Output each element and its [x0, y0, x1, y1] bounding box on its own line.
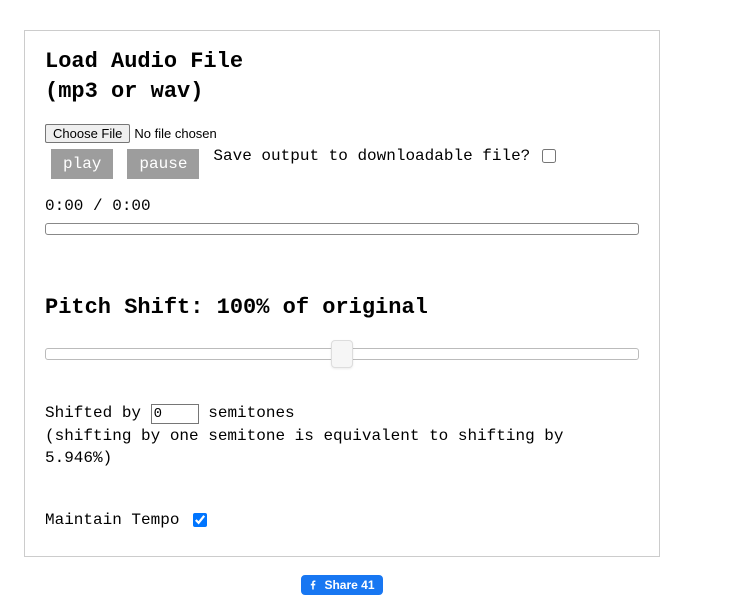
play-button[interactable]: play: [51, 149, 113, 179]
shifted-by-prefix: Shifted by: [45, 404, 141, 422]
playback-progress-bar[interactable]: [45, 223, 639, 235]
playback-controls-row: play pause Save output to downloadable f…: [51, 149, 639, 179]
file-input-row: Choose File No file chosen: [45, 124, 639, 143]
time-display: 0:00 / 0:00: [45, 197, 639, 215]
semitones-input[interactable]: [151, 404, 199, 424]
load-heading: Load Audio File (mp3 or wav): [45, 47, 639, 106]
save-output-label: Save output to downloadable file?: [213, 147, 530, 165]
load-heading-line2: (mp3 or wav): [45, 79, 203, 104]
share-label: Share: [324, 578, 357, 592]
shifted-by-suffix: semitones: [208, 404, 294, 422]
maintain-tempo-checkbox[interactable]: [193, 513, 207, 527]
pitch-slider[interactable]: [45, 340, 639, 368]
save-output-checkbox[interactable]: [542, 149, 556, 163]
semitone-hint: (shifting by one semitone is equivalent …: [45, 426, 639, 469]
pitch-slider-thumb[interactable]: [331, 340, 353, 368]
tempo-label: Maintain Tempo: [45, 511, 179, 529]
save-output-group: Save output to downloadable file?: [213, 146, 559, 166]
load-heading-line1: Load Audio File: [45, 49, 243, 74]
tempo-row: Maintain Tempo: [45, 510, 639, 530]
semitone-row: Shifted by semitones: [45, 404, 639, 424]
choose-file-button[interactable]: Choose File: [45, 124, 130, 143]
share-count: 41: [361, 578, 374, 592]
share-row: Share 41: [0, 575, 684, 595]
file-status-text: No file chosen: [134, 126, 216, 141]
pause-button[interactable]: pause: [127, 149, 199, 179]
pitch-heading: Pitch Shift: 100% of original: [45, 295, 639, 320]
audio-tool-panel: Load Audio File (mp3 or wav) Choose File…: [24, 30, 660, 557]
facebook-share-button[interactable]: Share 41: [301, 575, 382, 595]
